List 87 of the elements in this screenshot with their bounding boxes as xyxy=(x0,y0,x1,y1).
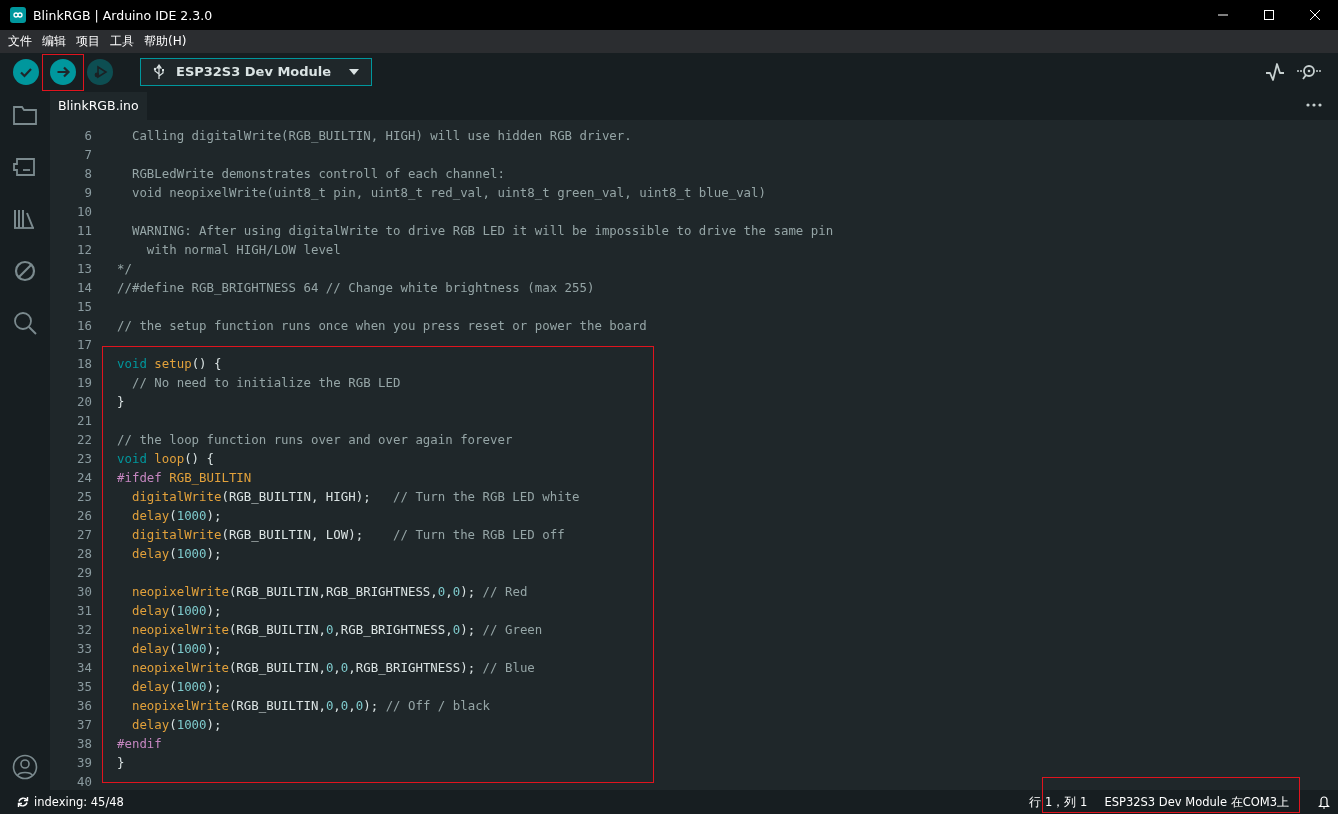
more-icon[interactable] xyxy=(1306,103,1322,107)
highlight-frame xyxy=(42,54,84,91)
line-number: 13 xyxy=(76,260,93,278)
code-line: digitalWrite(RGB_BUILTIN, HIGH); // Turn the RGB LED white xyxy=(130,488,580,506)
line-number: 30 xyxy=(76,583,93,601)
cursor-position: 行 1，列 1 xyxy=(1029,794,1088,810)
search-icon[interactable] xyxy=(12,310,38,336)
code-line: //#define RGB_BRIGHTNESS 64 // Change white brightness (max 255) xyxy=(117,279,595,297)
code-line: neopixelWrite(RGB_BUILTIN,0,0,0); // Off / black xyxy=(130,697,491,715)
code-line: delay(1000); xyxy=(130,545,222,563)
line-number: 14 xyxy=(76,279,93,297)
line-number: 24 xyxy=(76,469,93,487)
code-line: #ifdef RGB_BUILTIN xyxy=(117,469,252,487)
code-line: delay(1000); xyxy=(130,602,222,620)
window-title: BlinkRGB | Arduino IDE 2.3.0 xyxy=(33,7,214,23)
indexing-status: indexing: 45/48 xyxy=(34,795,124,809)
code-line: delay(1000); xyxy=(130,640,222,658)
code-line: WARNING: After using digitalWrite to drive RGB LED it will be impossible to drive the same pin xyxy=(130,222,834,240)
code-line: void neopixelWrite(uint8_t pin, uint8_t red_val, uint8_t green_val, uint8_t blue_val) xyxy=(130,184,766,202)
line-number: 10 xyxy=(76,203,93,221)
line-number: 40 xyxy=(76,773,93,790)
code-line: with normal HIGH/LOW level xyxy=(145,241,341,259)
menu-item[interactable]: 工具 xyxy=(105,33,139,50)
line-number: 17 xyxy=(76,336,93,354)
notification-bell-icon[interactable] xyxy=(1318,795,1330,809)
menu-item[interactable]: 项目 xyxy=(71,33,105,50)
code-line: Calling digitalWrite(RGB_BUILTIN, HIGH) will use hidden RGB driver. xyxy=(130,127,632,145)
code-line: } xyxy=(117,754,125,772)
line-number: 35 xyxy=(76,678,93,696)
line-number: 6 xyxy=(83,127,93,145)
code-line: neopixelWrite(RGB_BUILTIN,0,RGB_BRIGHTNESS,0); // Green xyxy=(130,621,543,639)
line-number: 18 xyxy=(76,355,93,373)
caret-icon xyxy=(349,68,359,75)
code-line: */ xyxy=(117,260,132,278)
line-number: 29 xyxy=(76,564,93,582)
line-number: 32 xyxy=(76,621,93,639)
menu-item[interactable]: 帮助(H) xyxy=(139,33,192,50)
line-number: 22 xyxy=(76,431,93,449)
code-line: delay(1000); xyxy=(130,678,222,696)
line-number: 34 xyxy=(76,659,93,677)
line-number: 23 xyxy=(76,450,93,468)
upload-button[interactable] xyxy=(50,58,76,85)
code-line: delay(1000); xyxy=(130,716,222,734)
editor-tab[interactable]: BlinkRGB.ino xyxy=(50,92,147,120)
line-number: 16 xyxy=(76,317,93,335)
code-line: #endif xyxy=(117,735,162,753)
menu-item[interactable]: 编辑 xyxy=(37,33,71,50)
code-line: void loop() { xyxy=(117,450,214,468)
line-number: 36 xyxy=(76,697,93,715)
line-number: 19 xyxy=(76,374,93,392)
usb-icon xyxy=(153,63,165,80)
sync-icon xyxy=(17,796,29,808)
line-number: 31 xyxy=(76,602,93,620)
line-number: 28 xyxy=(76,545,93,563)
code-line: neopixelWrite(RGB_BUILTIN,0,0,RGB_BRIGHTNESS); // Blue xyxy=(130,659,535,677)
board-selector[interactable]: ESP32S3 Dev Module xyxy=(140,57,372,86)
line-number: 11 xyxy=(76,222,93,240)
line-number: 26 xyxy=(76,507,93,525)
code-line: digitalWrite(RGB_BUILTIN, LOW); // Turn the RGB LED off xyxy=(130,526,565,544)
code-line: neopixelWrite(RGB_BUILTIN,RGB_BRIGHTNESS,0,0); // Red xyxy=(130,583,528,601)
code-line: } xyxy=(117,393,125,411)
line-number: 9 xyxy=(83,184,93,202)
line-number: 21 xyxy=(76,412,93,430)
line-number: 7 xyxy=(83,146,93,164)
line-number: 37 xyxy=(76,716,93,734)
line-number: 25 xyxy=(76,488,93,506)
prohibited-icon[interactable] xyxy=(12,258,38,284)
line-number: 15 xyxy=(76,298,93,316)
menu-item[interactable]: 文件 xyxy=(3,33,37,50)
line-number: 20 xyxy=(76,393,93,411)
board-port-status: ESP32S3 Dev Module 在COM3上 xyxy=(1104,794,1289,810)
line-number: 8 xyxy=(83,165,93,183)
profile-icon[interactable] xyxy=(12,754,38,780)
verify-button[interactable] xyxy=(13,58,39,85)
code-line: delay(1000); xyxy=(130,507,222,525)
line-number: 27 xyxy=(76,526,93,544)
line-number: 12 xyxy=(76,241,93,259)
serial-plotter-icon[interactable] xyxy=(1265,61,1285,82)
code-line: void setup() { xyxy=(117,355,222,373)
app-logo-icon xyxy=(10,7,26,23)
line-number: 33 xyxy=(76,640,93,658)
code-line: // the loop function runs over and over again forever xyxy=(117,431,513,449)
code-line: // No need to initialize the RGB LED xyxy=(130,374,401,392)
line-number: 39 xyxy=(76,754,93,772)
code-line: RGBLedWrite demonstrates controll of each channel: xyxy=(130,165,505,183)
code-line: // the setup function runs once when you press reset or power the board xyxy=(117,317,647,335)
line-number: 38 xyxy=(76,735,93,753)
